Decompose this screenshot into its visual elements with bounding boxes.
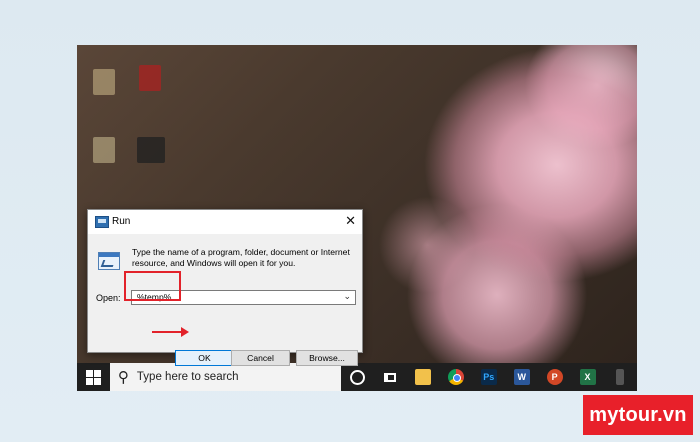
browse-button[interactable]: Browse...: [296, 350, 358, 366]
chrome-icon[interactable]: [439, 363, 472, 391]
desktop-icon-app[interactable]: [137, 137, 165, 163]
open-label: Open:: [96, 293, 121, 303]
task-view-icon[interactable]: [374, 363, 407, 391]
ok-button[interactable]: OK: [175, 350, 234, 366]
start-button[interactable]: [77, 363, 110, 391]
file-explorer-icon[interactable]: [407, 363, 440, 391]
page-frame: ⚲ Type here to search Ps W P X Run ✕ Typ…: [0, 0, 700, 442]
powerpoint-icon[interactable]: P: [538, 363, 571, 391]
highlight-box-open-field: [124, 271, 181, 301]
run-program-icon: [98, 252, 120, 270]
search-placeholder: Type here to search: [136, 371, 239, 383]
cancel-button[interactable]: Cancel: [231, 350, 290, 366]
arrow-annotation: [152, 331, 184, 333]
desktop-icon-file[interactable]: [93, 137, 115, 163]
run-titlebar[interactable]: Run ✕: [88, 210, 362, 234]
taskbar: ⚲ Type here to search Ps W P X: [77, 363, 637, 391]
arrow-head-icon: [181, 327, 189, 337]
taskbar-search-box[interactable]: ⚲ Type here to search: [109, 363, 341, 391]
word-icon[interactable]: W: [505, 363, 538, 391]
excel-icon[interactable]: X: [571, 363, 604, 391]
run-app-icon: [95, 216, 109, 228]
desktop-icon-folder[interactable]: [93, 69, 115, 95]
run-title: Run: [112, 216, 131, 227]
run-description: Type the name of a program, folder, docu…: [132, 247, 350, 268]
overflow-icon[interactable]: [604, 363, 637, 391]
watermark-text: mytour.vn: [589, 403, 687, 426]
photoshop-icon[interactable]: Ps: [472, 363, 505, 391]
cortana-icon[interactable]: [341, 363, 374, 391]
search-icon: ⚲: [117, 369, 129, 386]
watermark-logo: mytour.vn: [583, 395, 693, 435]
windows-logo-icon: [85, 369, 101, 385]
chevron-down-icon[interactable]: ⌄: [343, 291, 351, 302]
close-icon[interactable]: ✕: [345, 213, 356, 229]
desktop-icon-antivirus[interactable]: [139, 65, 161, 91]
